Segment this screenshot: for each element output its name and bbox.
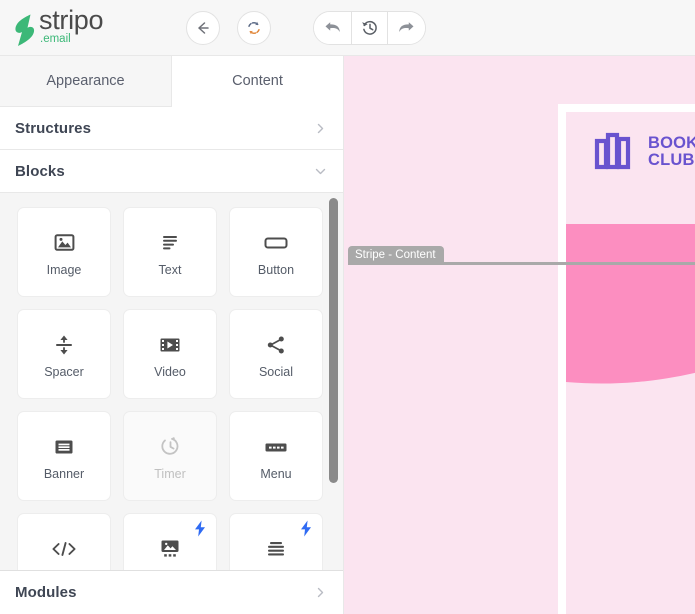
chevron-right-icon <box>314 586 327 599</box>
hero-background-shapes <box>566 224 695 604</box>
block-video-label: Video <box>154 364 186 379</box>
book-club-logo-text: BOOK CLUB <box>648 133 695 170</box>
top-toolbar: stripo .email <box>0 0 695 56</box>
block-spacer[interactable]: Spacer <box>17 309 111 399</box>
undo-button[interactable] <box>314 11 352 44</box>
block-banner-label: Banner <box>43 466 85 481</box>
share-icon <box>266 330 286 360</box>
block-button[interactable]: Button <box>229 207 323 297</box>
chevron-right-icon <box>314 122 327 135</box>
menu-icon <box>264 432 288 462</box>
book-club-line2: CLUB <box>648 151 695 169</box>
button-icon <box>264 228 288 258</box>
book-club-logo-icon <box>594 132 631 170</box>
undo-icon <box>325 22 341 32</box>
section-structures-label: Structures <box>15 119 92 137</box>
block-image[interactable]: Image <box>17 207 111 297</box>
chevron-down-icon <box>314 165 327 178</box>
stripo-logo-mark <box>15 14 35 46</box>
block-accordion[interactable]: Accordion <box>229 513 323 570</box>
panel-footer: Modules <box>0 570 343 614</box>
book-club-line1: BOOK <box>648 133 695 152</box>
blocks-grid: Image Text Button Spacer Video Social Ba… <box>0 193 343 570</box>
email-preview-canvas[interactable]: BOOK CLUB Stripe - Content <box>344 56 695 614</box>
block-accordion-label: Accordion <box>248 569 304 571</box>
block-menu[interactable]: Menu <box>229 411 323 501</box>
toolbar-buttons <box>186 10 427 45</box>
tab-content-label: Content <box>232 73 283 89</box>
stripe-selection-label: Stripe - Content <box>348 246 444 264</box>
email-body: BOOK CLUB <box>566 112 695 614</box>
blocks-scrollbar-thumb[interactable] <box>329 198 338 483</box>
block-carousel[interactable]: Carousel <box>123 513 217 570</box>
section-structures[interactable]: Structures <box>0 107 343 150</box>
block-html-label: HTML <box>47 569 81 571</box>
video-icon <box>159 330 181 360</box>
redo-icon <box>399 22 414 32</box>
block-html[interactable]: HTML <box>17 513 111 570</box>
back-button[interactable] <box>186 10 221 45</box>
history-button[interactable] <box>351 11 389 44</box>
image-icon <box>54 228 75 258</box>
carousel-icon <box>160 534 180 564</box>
hero-illustration <box>566 224 695 614</box>
tab-appearance[interactable]: Appearance <box>0 56 172 107</box>
panel-tabs: Appearance Content <box>0 56 343 107</box>
stripo-editor-window: stripo .email Appearance Content Structu… <box>0 0 695 614</box>
block-timer-label: Timer <box>154 466 186 481</box>
amp-badge-icon <box>194 520 206 542</box>
email-logo: BOOK CLUB <box>566 112 695 174</box>
block-banner[interactable]: Banner <box>17 411 111 501</box>
blocks-scrollbar[interactable] <box>329 198 338 565</box>
block-spacer-label: Spacer <box>44 364 84 379</box>
block-carousel-label: Carousel <box>145 569 195 571</box>
section-modules-label: Modules <box>15 584 77 601</box>
block-social[interactable]: Social <box>229 309 323 399</box>
section-blocks[interactable]: Blocks <box>0 150 343 193</box>
sync-icon <box>248 21 260 34</box>
timer-icon <box>160 432 181 462</box>
block-timer: Timer <box>123 411 217 501</box>
sync-button[interactable] <box>237 10 272 45</box>
section-modules[interactable]: Modules <box>0 571 343 614</box>
amp-badge-icon <box>300 520 312 542</box>
block-image-label: Image <box>46 262 82 277</box>
block-menu-label: Menu <box>260 466 292 481</box>
stripo-logo-text: stripo <box>39 5 104 36</box>
banner-icon <box>54 432 74 462</box>
stripo-logo-subtext: .email <box>40 33 71 46</box>
tab-content[interactable]: Content <box>172 56 343 107</box>
arrow-left-icon <box>198 21 209 34</box>
tab-appearance-label: Appearance <box>46 73 125 89</box>
block-text-label: Text <box>158 262 182 277</box>
redo-button[interactable] <box>388 11 426 44</box>
stripo-logo[interactable]: stripo .email <box>13 5 104 46</box>
block-button-label: Button <box>257 262 295 277</box>
accordion-icon <box>265 534 287 564</box>
left-panel: Appearance Content Structures Blocks Ima… <box>0 56 344 614</box>
email-template[interactable]: BOOK CLUB <box>558 104 695 614</box>
spacer-icon <box>55 330 73 360</box>
text-lines-icon <box>160 228 180 258</box>
history-button-group <box>313 10 427 45</box>
block-text[interactable]: Text <box>123 207 217 297</box>
blocks-scroll-area: Image Text Button Spacer Video Social Ba… <box>0 193 343 570</box>
code-icon <box>51 534 77 564</box>
block-social-label: Social <box>258 364 294 379</box>
block-video[interactable]: Video <box>123 309 217 399</box>
editor-body: Appearance Content Structures Blocks Ima… <box>0 56 695 614</box>
history-clock-icon <box>361 20 377 35</box>
section-blocks-label: Blocks <box>15 162 65 180</box>
